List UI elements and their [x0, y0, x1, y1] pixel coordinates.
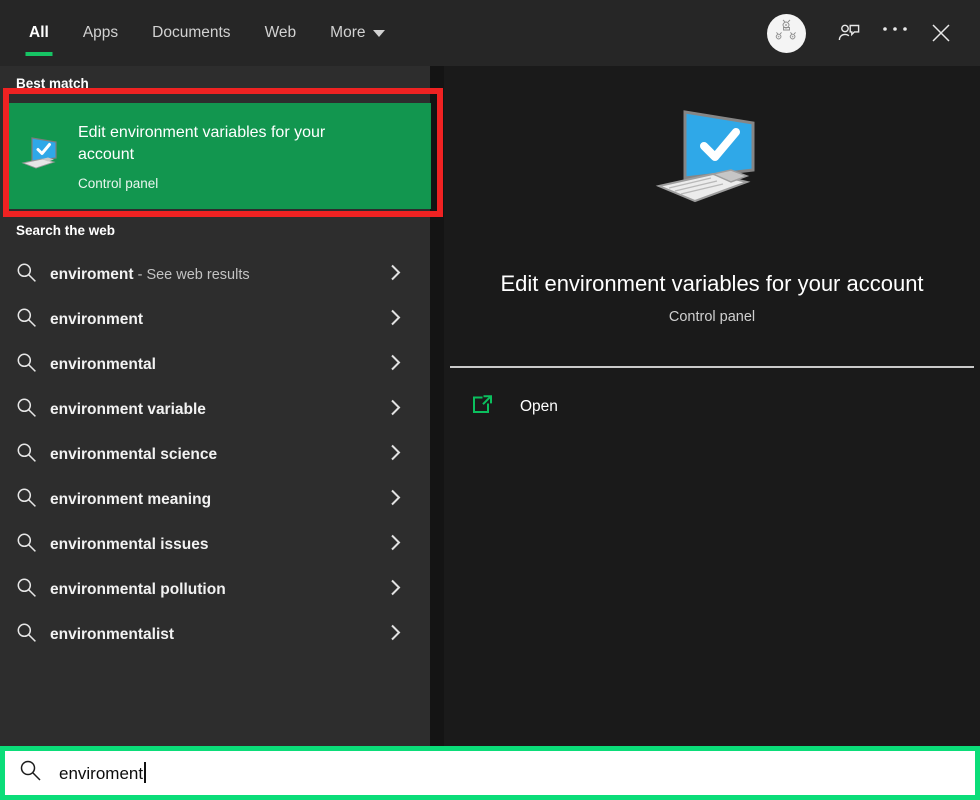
web-query-text: environmental issues	[50, 535, 209, 553]
best-match-text: Edit environment variables for your acco…	[78, 122, 358, 191]
search-web-section-label: Search the web	[16, 223, 116, 238]
tab-web-label: Web	[264, 24, 297, 41]
tab-documents-label: Documents	[152, 24, 231, 41]
search-input-value: enviroment	[59, 762, 146, 784]
chevron-right-icon	[389, 578, 402, 601]
search-icon	[19, 759, 53, 787]
tab-apps[interactable]: Apps	[66, 0, 135, 66]
list-item[interactable]: environment meaning	[0, 477, 430, 522]
best-match-title: Edit environment variables for your acco…	[78, 123, 326, 163]
chevron-right-icon	[389, 443, 402, 466]
best-match-section-label: Best match	[16, 76, 89, 91]
tab-more[interactable]: More	[313, 0, 402, 66]
column-separator	[430, 66, 444, 746]
list-item-label: environmental pollution	[50, 581, 226, 599]
open-external-icon	[470, 393, 494, 422]
open-action[interactable]: Open	[470, 388, 558, 426]
filter-tabs: All Apps Documents Web More	[12, 0, 402, 66]
list-item[interactable]: environmental	[0, 342, 430, 387]
ellipsis-icon[interactable]	[872, 10, 918, 56]
list-item-label: environmental	[50, 356, 156, 374]
chevron-right-icon	[389, 308, 402, 331]
search-icon	[16, 307, 46, 333]
list-item-label: environment	[50, 311, 143, 329]
web-query-text: environment	[50, 310, 144, 328]
preview-subtitle: Control panel	[668, 309, 756, 325]
windows-search-window: All Apps Documents Web More Best match E…	[0, 0, 980, 800]
tab-apps-label: Apps	[82, 24, 119, 41]
tab-all-label: All	[29, 24, 49, 41]
web-results-list: enviroment - See web results environment	[0, 252, 430, 657]
chevron-right-icon	[389, 263, 402, 286]
web-query-text: environment variable	[50, 400, 206, 418]
tab-more-label: More	[330, 24, 366, 41]
search-input[interactable]: enviroment	[5, 751, 975, 795]
search-icon	[16, 262, 46, 288]
list-item[interactable]: environment	[0, 297, 430, 342]
list-item[interactable]: enviroment - See web results	[0, 252, 430, 297]
preview-divider	[450, 366, 974, 368]
preview-title: Edit environment variables for your acco…	[500, 271, 924, 296]
web-query-text: environmental	[50, 355, 156, 373]
list-item-label: environment variable	[50, 401, 206, 419]
search-box-annotation: enviroment	[0, 746, 980, 800]
monitor-check-icon	[20, 135, 60, 178]
feedback-person-icon[interactable]	[826, 10, 872, 56]
list-item[interactable]: environmentalist	[0, 612, 430, 657]
list-item[interactable]: environment variable	[0, 387, 430, 432]
chevron-down-icon	[373, 29, 386, 37]
best-match-result[interactable]: Edit environment variables for your acco…	[7, 103, 431, 209]
web-query-suffix: - See web results	[133, 266, 250, 283]
chevron-right-icon	[389, 533, 402, 556]
chevron-right-icon	[389, 623, 402, 646]
text-cursor	[144, 762, 146, 783]
web-query-text: environment meaning	[50, 490, 212, 508]
search-icon	[16, 622, 46, 648]
tab-web[interactable]: Web	[248, 0, 314, 66]
chevron-right-icon	[389, 398, 402, 421]
search-header: All Apps Documents Web More	[0, 0, 980, 66]
open-action-label: Open	[520, 398, 558, 415]
search-text: enviroment	[59, 764, 144, 783]
preview-panel: Edit environment variables for your acco…	[444, 66, 980, 746]
monitor-check-large-icon	[651, 104, 773, 227]
list-item-label: environmentalist	[50, 626, 174, 644]
web-query-text: enviroment	[50, 265, 134, 283]
close-icon[interactable]	[918, 10, 964, 56]
search-icon	[16, 577, 46, 603]
list-item[interactable]: environmental science	[0, 432, 430, 477]
search-icon	[16, 532, 46, 558]
list-item-label: environmental issues	[50, 536, 209, 554]
list-item-label: environmental science	[50, 446, 217, 464]
header-actions	[767, 0, 980, 66]
list-item[interactable]: environmental pollution	[0, 567, 430, 612]
best-match-subtitle: Control panel	[78, 175, 159, 191]
tab-documents[interactable]: Documents	[135, 0, 247, 66]
web-query-text: environmentalist	[50, 625, 175, 643]
list-item-label: environment meaning	[50, 491, 211, 509]
search-icon	[16, 397, 46, 423]
tab-all[interactable]: All	[12, 0, 66, 66]
search-icon	[16, 487, 46, 513]
list-item[interactable]: environmental issues	[0, 522, 430, 567]
chevron-right-icon	[389, 488, 402, 511]
list-item-label: enviroment - See web results	[50, 266, 250, 284]
search-icon	[16, 442, 46, 468]
chevron-right-icon	[389, 353, 402, 376]
web-query-text: environmental pollution	[50, 580, 226, 598]
web-query-text: environmental science	[50, 445, 218, 463]
tab-active-underline	[25, 52, 53, 56]
avatar[interactable]	[767, 13, 806, 53]
search-icon	[16, 352, 46, 378]
